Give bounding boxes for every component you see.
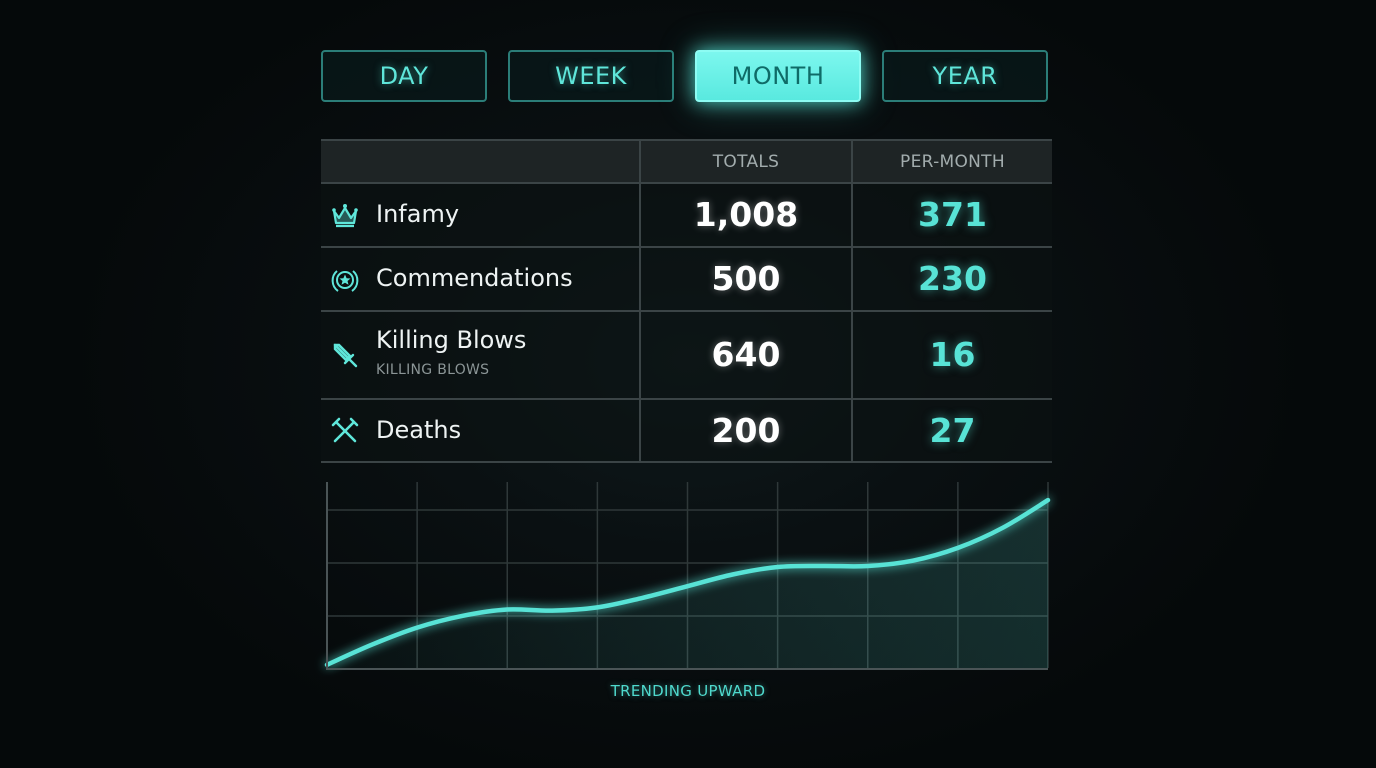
trend-chart — [324, 482, 1051, 670]
chart-caption: TRENDING UPWARD — [610, 682, 766, 700]
